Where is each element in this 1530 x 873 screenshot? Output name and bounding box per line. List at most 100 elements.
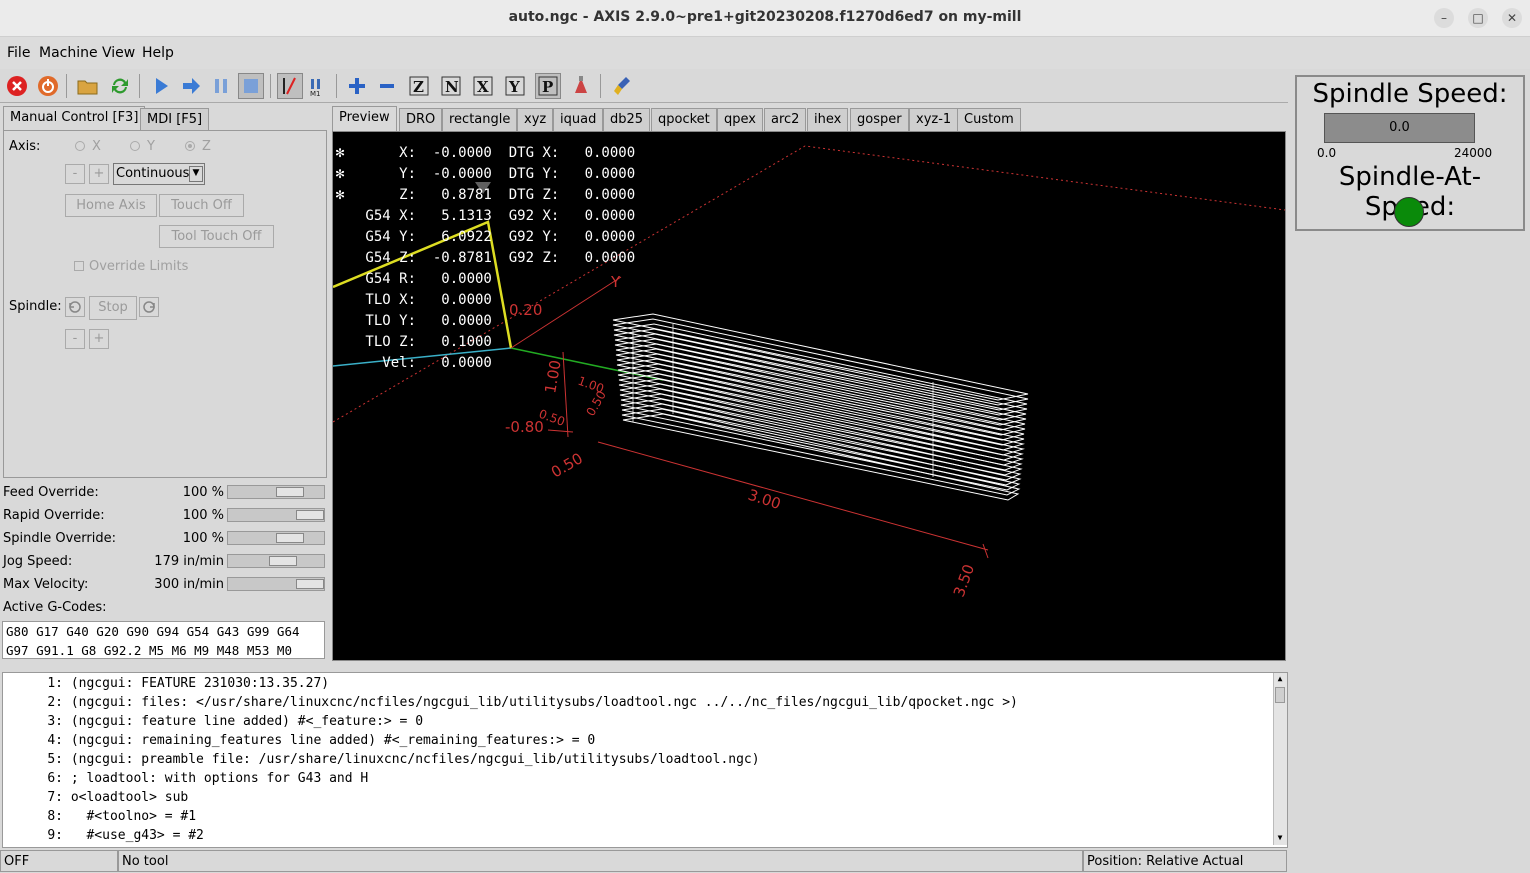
gcode-listing-line[interactable]: 6: ; loadtool: with options for G43 and … <box>3 771 368 786</box>
gcode-listing-line[interactable]: 1: (ngcgui: FEATURE 231030:13.35.27) <box>3 676 329 691</box>
gcode-listing-line[interactable]: 3: (ngcgui: feature line added) #<_featu… <box>3 714 423 729</box>
home-axis-button[interactable]: Home Axis <box>65 194 157 217</box>
tab-gosper[interactable]: gosper <box>850 108 909 131</box>
tool-touch-off-button[interactable]: Tool Touch Off <box>159 225 274 248</box>
gcode-listing-line[interactable]: 7: o<loadtool> sub <box>3 790 188 805</box>
line-number: 9: <box>47 828 63 843</box>
rapid-override-slider[interactable] <box>227 508 325 522</box>
reload-icon[interactable] <box>107 73 133 99</box>
pyvcp-panel: Spindle Speed: 0.0 0.0 24000 Spindle-At-… <box>1295 75 1525 231</box>
jog-increment-select[interactable]: Continuous ▼ <box>113 163 205 185</box>
gcode-listing[interactable]: 1: (ngcgui: FEATURE 231030:13.35.27) 2: … <box>2 672 1288 848</box>
gcode-listing-line[interactable]: 8: #<toolno> = #1 <box>3 809 196 824</box>
stop-icon[interactable] <box>238 73 264 99</box>
optional-stop-icon[interactable]: M1 <box>305 73 331 99</box>
spindle-speed-bar: 0.0 <box>1324 113 1475 143</box>
gcode-listing-line[interactable]: 2: (ngcgui: files: </usr/share/linuxcnc/… <box>3 695 1018 710</box>
menu-view[interactable]: View <box>102 45 135 61</box>
tab-custom[interactable]: Custom <box>957 108 1021 131</box>
tab-mdi[interactable]: MDI [F5] <box>140 108 210 131</box>
view-z2-icon[interactable]: N <box>438 73 464 99</box>
tab-preview[interactable]: Preview <box>332 106 397 132</box>
tab-db25[interactable]: db25 <box>603 108 651 131</box>
view-x-icon[interactable]: X <box>470 73 496 99</box>
scroll-thumb[interactable] <box>1275 687 1285 703</box>
jog-plus-button[interactable]: + <box>89 164 109 184</box>
gcode-listing-line[interactable]: 4: (ngcgui: remaining_features line adde… <box>3 733 595 748</box>
menu-file[interactable]: File <box>7 45 30 61</box>
slider-thumb[interactable] <box>276 533 304 543</box>
tab-qpocket[interactable]: qpocket <box>651 108 717 131</box>
block-delete-icon[interactable] <box>277 73 303 99</box>
step-icon[interactable] <box>178 73 204 99</box>
axis-x-label: X <box>92 139 101 154</box>
close-icon[interactable]: ✕ <box>1502 8 1522 28</box>
dro-line: TLO Y: 0.0000 <box>357 313 492 329</box>
axis-z-radio[interactable] <box>185 141 195 151</box>
spindle-cw-icon[interactable] <box>139 297 159 317</box>
override-limits-checkbox[interactable] <box>74 261 84 271</box>
dro-line: G54 Z: -0.8781 G92 Z: 0.0000 <box>357 250 636 266</box>
toggle-rotation-icon[interactable] <box>568 73 594 99</box>
axis-y-radio[interactable] <box>130 141 140 151</box>
tab-xyz[interactable]: xyz <box>517 108 554 131</box>
spindle-ccw-icon[interactable] <box>65 297 85 317</box>
toolbar: M1 Z N X Y P <box>0 70 1288 103</box>
spindle-speed-value: 0.0 <box>1389 120 1410 135</box>
jog-minus-button[interactable]: - <box>65 164 85 184</box>
active-gcodes-box[interactable]: G80 G17 G40 G20 G90 G94 G54 G43 G99 G64 … <box>2 621 325 659</box>
maximize-icon[interactable]: □ <box>1468 8 1488 28</box>
dro-line: Y: -0.0000 DTG Y: 0.0000 <box>357 166 636 182</box>
menu-machine[interactable]: Machine <box>39 45 98 61</box>
jog-speed-slider[interactable] <box>227 554 325 568</box>
line-text: (ngcgui: files: </usr/share/linuxcnc/ncf… <box>70 695 1018 710</box>
tab-qpex[interactable]: qpex <box>717 108 763 131</box>
tab-dro[interactable]: DRO <box>399 108 443 131</box>
tab-xyz-1[interactable]: xyz-1 <box>909 108 959 131</box>
toolpath-preview[interactable]: Y 0.20 1.00 1.00 0.50 0.50 -0.80 0.50 3.… <box>332 131 1286 661</box>
tab-ihex[interactable]: ihex <box>807 108 849 131</box>
slider-thumb[interactable] <box>276 487 304 497</box>
tab-iquad[interactable]: iquad <box>553 108 604 131</box>
slider-thumb[interactable] <box>296 579 324 589</box>
gcode-listing-line[interactable]: 9: #<use_g43> = #2 <box>3 828 204 843</box>
menu-help[interactable]: Help <box>142 45 174 61</box>
line-text: (ngcgui: feature line added) #<_feature:… <box>70 714 424 729</box>
feed-override-slider[interactable] <box>227 485 325 499</box>
spindle-faster-button[interactable]: + <box>89 329 109 349</box>
touch-off-button[interactable]: Touch Off <box>159 194 244 217</box>
axis-x-radio[interactable] <box>75 141 85 151</box>
tab-rectangle[interactable]: rectangle <box>442 108 518 131</box>
view-z-icon[interactable]: Z <box>406 73 432 99</box>
axis-y-letter: Y <box>610 273 621 291</box>
slider-thumb[interactable] <box>269 556 297 566</box>
scroll-up-icon[interactable]: ▲ <box>1275 674 1285 685</box>
spindle-stop-button[interactable]: Stop <box>89 296 137 320</box>
slider-thumb[interactable] <box>296 510 324 520</box>
spindle-override-slider[interactable] <box>227 531 325 545</box>
open-file-icon[interactable] <box>75 73 101 99</box>
zoom-out-icon[interactable] <box>374 73 400 99</box>
power-icon[interactable] <box>35 73 61 99</box>
minimize-icon[interactable]: – <box>1434 8 1454 28</box>
tab-manual-control[interactable]: Manual Control [F3] <box>3 106 146 132</box>
dro-line: G54 X: 5.1313 G92 X: 0.0000 <box>357 208 636 224</box>
clear-plot-icon[interactable] <box>610 73 636 99</box>
tab-arc2[interactable]: arc2 <box>764 108 807 131</box>
home-marker-icon: ✻ <box>335 167 346 181</box>
feed-override-label: Feed Override: <box>3 485 99 500</box>
scroll-down-icon[interactable]: ▼ <box>1275 833 1285 844</box>
home-marker-icon: ✻ <box>335 146 346 160</box>
estop-icon[interactable] <box>4 73 30 99</box>
max-velocity-slider[interactable] <box>227 577 325 591</box>
pause-icon[interactable] <box>208 73 234 99</box>
view-p-icon[interactable]: P <box>535 73 561 99</box>
line-text: #<use_g43> = #2 <box>70 828 204 843</box>
view-y-icon[interactable]: Y <box>502 73 528 99</box>
gcode-listing-line[interactable]: 5: (ngcgui: preamble file: /usr/share/li… <box>3 752 759 767</box>
zoom-in-icon[interactable] <box>344 73 370 99</box>
svg-text:P: P <box>542 78 553 96</box>
listing-scrollbar[interactable]: ▲ ▼ <box>1273 673 1287 845</box>
spindle-slower-button[interactable]: - <box>65 329 85 349</box>
run-icon[interactable] <box>148 73 174 99</box>
